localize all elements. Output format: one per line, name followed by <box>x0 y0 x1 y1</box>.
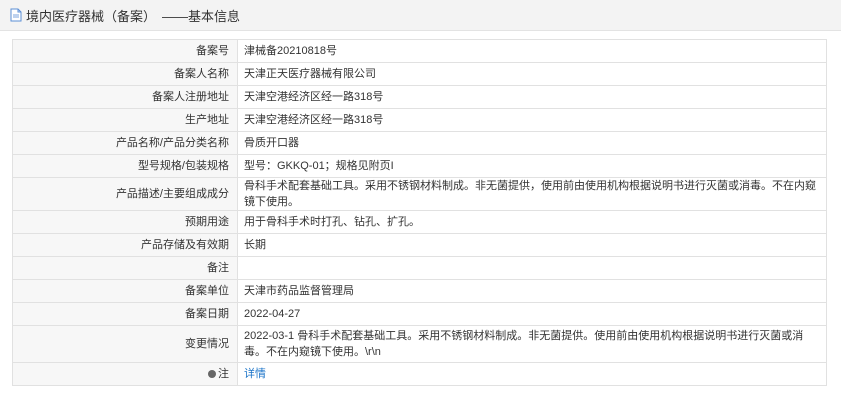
row-label: 备案人名称 <box>12 62 238 86</box>
table-row: 备注 <box>12 256 827 280</box>
table-row: 备案人注册地址 天津空港经济区经一路318号 <box>12 85 827 109</box>
note-label: 注 <box>218 368 229 380</box>
note-value-cell: 详情 <box>237 362 827 386</box>
table-row: 备案号 津械备20210818号 <box>12 39 827 63</box>
row-label: 生产地址 <box>12 108 238 132</box>
row-label: 型号规格/包装规格 <box>12 154 238 178</box>
table-row: 产品名称/产品分类名称 骨质开口器 <box>12 131 827 155</box>
page-header: 境内医疗器械（备案） ——基本信息 <box>0 0 841 31</box>
note-label-cell: 注 <box>12 362 238 386</box>
row-label: 备案日期 <box>12 302 238 326</box>
row-value: 天津空港经济区经一路318号 <box>237 108 827 132</box>
table-row: 备案日期 2022-04-27 <box>12 302 827 326</box>
row-label: 变更情况 <box>12 325 238 363</box>
row-value: 骨质开口器 <box>237 131 827 155</box>
row-value: 天津正天医疗器械有限公司 <box>237 62 827 86</box>
page-subtitle: ——基本信息 <box>162 8 241 24</box>
row-value: 骨科手术配套基础工具。采用不锈钢材料制成。非无菌提供，使用前由使用机构根据说明书… <box>237 177 827 211</box>
table-row: 生产地址 天津空港经济区经一路318号 <box>12 108 827 132</box>
row-value: 2022-03-1 骨科手术配套基础工具。采用不锈钢材料制成。非无菌提供。使用前… <box>237 325 827 363</box>
row-value: 天津市药品监督管理局 <box>237 279 827 303</box>
row-value <box>237 256 827 280</box>
row-label: 产品名称/产品分类名称 <box>12 131 238 155</box>
table-row: 备案单位 天津市药品监督管理局 <box>12 279 827 303</box>
table-row: 型号规格/包装规格 型号：GKKQ-01；规格见附页I <box>12 154 827 178</box>
row-label: 产品存储及有效期 <box>12 233 238 257</box>
table-row: 预期用途 用于骨科手术时打孔、钻孔、扩孔。 <box>12 210 827 234</box>
row-label: 预期用途 <box>12 210 238 234</box>
row-label: 产品描述/主要组成成分 <box>12 177 238 211</box>
row-label: 备案号 <box>12 39 238 63</box>
row-value: 津械备20210818号 <box>237 39 827 63</box>
bullet-icon <box>208 370 216 378</box>
details-link[interactable]: 详情 <box>244 368 266 380</box>
row-value: 天津空港经济区经一路318号 <box>237 85 827 109</box>
row-label: 备注 <box>12 256 238 280</box>
page-title: 境内医疗器械（备案） <box>26 8 157 24</box>
table-row: 注 详情 <box>12 362 827 386</box>
row-value: 2022-04-27 <box>237 302 827 326</box>
table-row: 备案人名称 天津正天医疗器械有限公司 <box>12 62 827 86</box>
info-table: 备案号 津械备20210818号 备案人名称 天津正天医疗器械有限公司 备案人注… <box>12 39 827 386</box>
row-value: 型号：GKKQ-01；规格见附页I <box>237 154 827 178</box>
table-row: 产品描述/主要组成成分 骨科手术配套基础工具。采用不锈钢材料制成。非无菌提供，使… <box>12 177 827 211</box>
table-row: 产品存储及有效期 长期 <box>12 233 827 257</box>
document-icon <box>10 8 22 22</box>
row-value: 长期 <box>237 233 827 257</box>
row-label: 备案人注册地址 <box>12 85 238 109</box>
table-row: 变更情况 2022-03-1 骨科手术配套基础工具。采用不锈钢材料制成。非无菌提… <box>12 325 827 363</box>
row-value: 用于骨科手术时打孔、钻孔、扩孔。 <box>237 210 827 234</box>
row-label: 备案单位 <box>12 279 238 303</box>
